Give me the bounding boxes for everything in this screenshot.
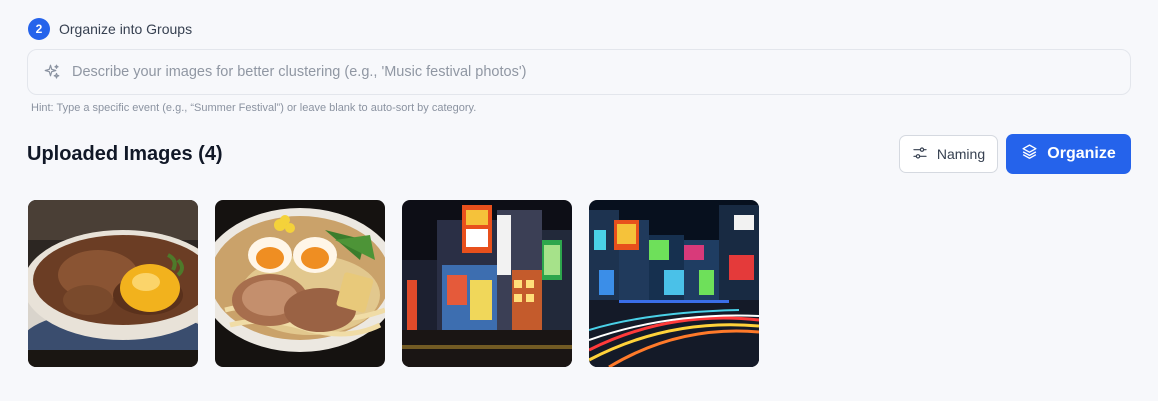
sparkle-icon (42, 62, 62, 82)
organize-label: Organize (1047, 145, 1116, 162)
description-input[interactable] (72, 64, 1112, 80)
image-grid (28, 200, 759, 367)
layers-icon (1021, 143, 1038, 165)
image-thumbnail[interactable] (589, 200, 759, 367)
image-thumbnail[interactable] (28, 200, 198, 367)
description-field[interactable] (27, 49, 1131, 95)
naming-button[interactable]: Naming (899, 135, 998, 173)
sliders-icon (912, 145, 928, 164)
hint-text: Hint: Type a specific event (e.g., “Summ… (31, 102, 477, 114)
image-thumbnail[interactable] (402, 200, 572, 367)
naming-label: Naming (936, 146, 986, 162)
organize-button[interactable]: Organize (1006, 134, 1131, 174)
uploaded-images-title: Uploaded Images (4) (27, 143, 223, 165)
step-title: Organize into Groups (59, 21, 193, 37)
step-number-badge: 2 (28, 18, 50, 40)
step-header: 2 Organize into Groups (28, 18, 192, 40)
image-thumbnail[interactable] (215, 200, 385, 367)
